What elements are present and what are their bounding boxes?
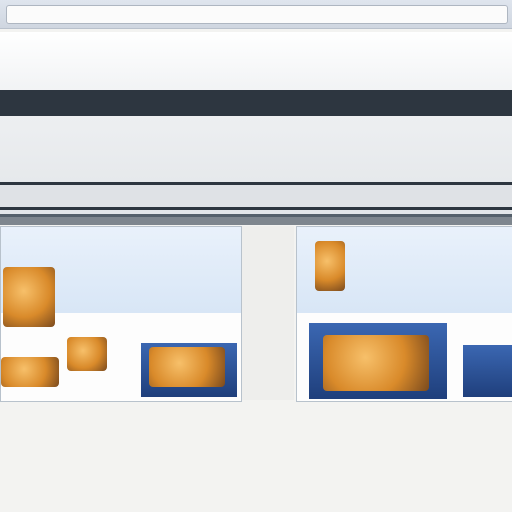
product-image[interactable] <box>315 241 345 291</box>
section-divider <box>0 217 512 225</box>
feature-card-right[interactable] <box>296 226 512 402</box>
feature-card-left[interactable] <box>0 226 242 402</box>
product-image[interactable] <box>323 335 429 391</box>
product-image[interactable] <box>1 357 59 387</box>
address-bar[interactable] <box>6 5 508 24</box>
browser-toolbar <box>0 0 512 29</box>
page-subline <box>0 182 512 210</box>
column-gap <box>242 226 294 400</box>
article-body <box>0 440 512 508</box>
product-image[interactable] <box>3 267 55 327</box>
page-headline <box>0 124 512 164</box>
nav-row <box>2 50 510 66</box>
product-image[interactable] <box>463 345 512 397</box>
product-image[interactable] <box>149 347 225 387</box>
product-image[interactable] <box>67 337 107 371</box>
page-banner <box>0 32 512 217</box>
promo-strip <box>0 90 512 116</box>
address-text <box>7 11 11 22</box>
